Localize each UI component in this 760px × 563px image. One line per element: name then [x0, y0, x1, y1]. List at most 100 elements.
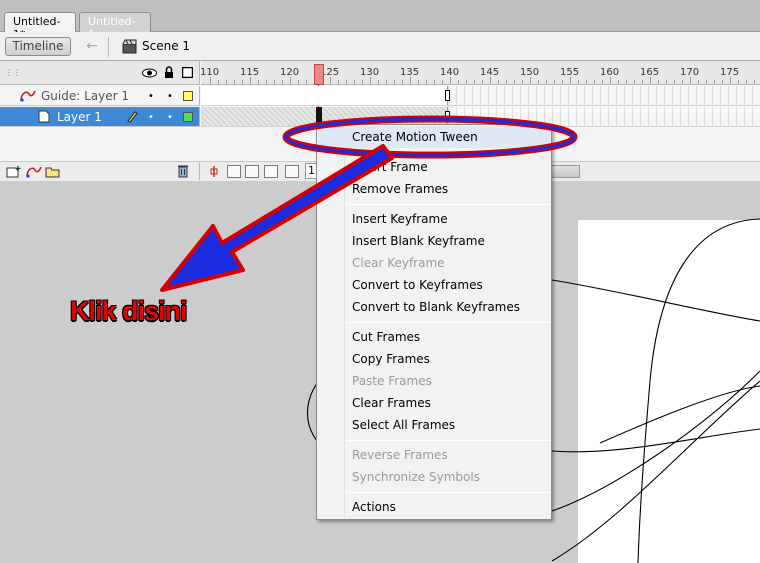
- ruler-minor-tick: [394, 80, 395, 84]
- ruler-minor-tick: [426, 80, 427, 84]
- ruler-tick-label: 160: [600, 67, 620, 78]
- onion-skin-outlines-button[interactable]: [245, 165, 259, 178]
- ruler-tick-label: 120: [280, 67, 300, 78]
- lock-icon[interactable]: [164, 66, 174, 79]
- ruler-minor-tick: [226, 80, 227, 84]
- ruler-tick: [410, 77, 411, 84]
- ruler-minor-tick: [298, 80, 299, 84]
- ruler-tick: [210, 77, 211, 84]
- ruler-minor-tick: [466, 80, 467, 84]
- ruler-minor-tick: [274, 80, 275, 84]
- menu-item-insert-blank-keyframe[interactable]: Insert Blank Keyframe: [318, 230, 550, 252]
- menu-item-select-all-frames[interactable]: Select All Frames: [318, 414, 550, 436]
- center-frame-icon[interactable]: [208, 165, 220, 178]
- ruler-tick: [650, 77, 651, 84]
- ruler-minor-tick: [714, 80, 715, 84]
- ruler-tick: [730, 77, 731, 84]
- tab-untitled-1-modified[interactable]: Untitled-1*: [4, 12, 76, 41]
- ruler-tick: [490, 77, 491, 84]
- lock-dot[interactable]: •: [167, 91, 173, 102]
- keyframe-end[interactable]: [445, 90, 450, 101]
- ruler-minor-tick: [746, 80, 747, 84]
- outline-color-swatch[interactable]: [183, 112, 193, 122]
- lock-dot[interactable]: •: [167, 112, 173, 123]
- menu-item-actions[interactable]: Actions: [318, 496, 550, 518]
- menu-item-clear-frames[interactable]: Clear Frames: [318, 392, 550, 414]
- layer-name-layer-1[interactable]: Layer 1: [57, 110, 102, 124]
- frame-span[interactable]: [201, 86, 448, 105]
- keyframe-end[interactable]: [445, 111, 450, 122]
- ruler-minor-tick: [602, 80, 603, 84]
- visibility-dot[interactable]: •: [148, 112, 154, 123]
- visibility-dot[interactable]: •: [148, 91, 154, 102]
- layer-row-layer-1[interactable]: Layer 1 • •: [0, 107, 200, 127]
- ruler-minor-tick: [562, 80, 563, 84]
- ruler-minor-tick: [234, 80, 235, 84]
- ruler-minor-tick: [442, 80, 443, 84]
- edit-multiple-frames-button[interactable]: [264, 165, 278, 178]
- timeline-toggle-button[interactable]: Timeline: [5, 37, 71, 56]
- menu-item-convert-to-keyframes[interactable]: Convert to Keyframes: [318, 274, 550, 296]
- modify-onion-markers-button[interactable]: [285, 165, 299, 178]
- add-guide-layer-icon[interactable]: [25, 165, 42, 178]
- grip-icon: ⋮⋮: [5, 68, 21, 77]
- frame-row-guide[interactable]: [201, 86, 760, 106]
- scene-label[interactable]: Scene 1: [142, 39, 190, 53]
- ruler-tick-label: 135: [400, 67, 420, 78]
- ruler-minor-tick: [538, 80, 539, 84]
- menu-item-remove-frames[interactable]: Remove Frames: [318, 178, 550, 200]
- ruler-minor-tick: [378, 80, 379, 84]
- onion-skin-button[interactable]: [227, 165, 241, 178]
- insert-layer-icon[interactable]: [6, 165, 22, 178]
- ruler-minor-tick: [634, 80, 635, 84]
- ruler-tick-label: 175: [720, 67, 740, 78]
- ruler-minor-tick: [434, 80, 435, 84]
- annotation-label: Klik disini: [70, 296, 188, 326]
- menu-item-synchronize-symbols: Synchronize Symbols: [352, 470, 480, 484]
- ruler-minor-tick: [266, 80, 267, 84]
- separator: [199, 163, 200, 180]
- ruler-tick-label: 170: [680, 67, 700, 78]
- layer-name-guide[interactable]: Guide: Layer 1: [41, 89, 129, 103]
- horizontal-scrollbar-thumb[interactable]: [548, 165, 580, 178]
- menu-item-insert-keyframe[interactable]: Insert Keyframe: [318, 208, 550, 230]
- ruler-minor-tick: [482, 80, 483, 84]
- frame-ruler[interactable]: 110 115 120 125 130 135 140 145 150 155 160 165 170 1…: [200, 61, 760, 85]
- layer-icon: [38, 110, 50, 123]
- ruler-minor-tick: [594, 80, 595, 84]
- ruler-tick-label: 115: [240, 67, 260, 78]
- ruler-minor-tick: [658, 80, 659, 84]
- ruler-minor-tick: [586, 80, 587, 84]
- ruler-minor-tick: [418, 80, 419, 84]
- ruler-tick: [370, 77, 371, 84]
- tab-untitled-1[interactable]: Untitled-1: [79, 12, 151, 41]
- menu-separator: [347, 204, 551, 205]
- ruler-minor-tick: [754, 80, 755, 84]
- trash-icon[interactable]: [177, 164, 189, 178]
- outline-color-swatch[interactable]: [183, 91, 193, 101]
- menu-item-create-motion-tween[interactable]: Create Motion Tween: [318, 126, 550, 148]
- layer-row-guide[interactable]: Guide: Layer 1 • •: [0, 86, 200, 106]
- eye-icon[interactable]: [142, 68, 157, 78]
- menu-item-cut-frames[interactable]: Cut Frames: [318, 326, 550, 348]
- ruler-minor-tick: [362, 80, 363, 84]
- outline-icon[interactable]: [182, 67, 193, 78]
- ruler-minor-tick: [546, 80, 547, 84]
- insert-folder-icon[interactable]: [45, 165, 61, 178]
- menu-item-convert-to-blank-keyframes[interactable]: Convert to Blank Keyframes: [318, 296, 550, 318]
- ruler-minor-tick: [458, 80, 459, 84]
- ruler-minor-tick: [402, 80, 403, 84]
- ruler-tick: [690, 77, 691, 84]
- ruler-minor-tick: [698, 80, 699, 84]
- pencil-icon: [127, 111, 138, 123]
- menu-item-copy-frames[interactable]: Copy Frames: [318, 348, 550, 370]
- menu-separator: [347, 151, 551, 152]
- menu-item-insert-frame[interactable]: Insert Frame: [318, 156, 550, 178]
- menu-item-paste-frames: Paste Frames: [352, 374, 432, 388]
- menu-separator: [347, 492, 551, 493]
- ruler-minor-tick: [618, 80, 619, 84]
- playhead[interactable]: [314, 64, 324, 85]
- ruler-minor-tick: [354, 80, 355, 84]
- left-arrow-icon[interactable]: ←: [82, 38, 102, 55]
- ruler-minor-tick: [338, 80, 339, 84]
